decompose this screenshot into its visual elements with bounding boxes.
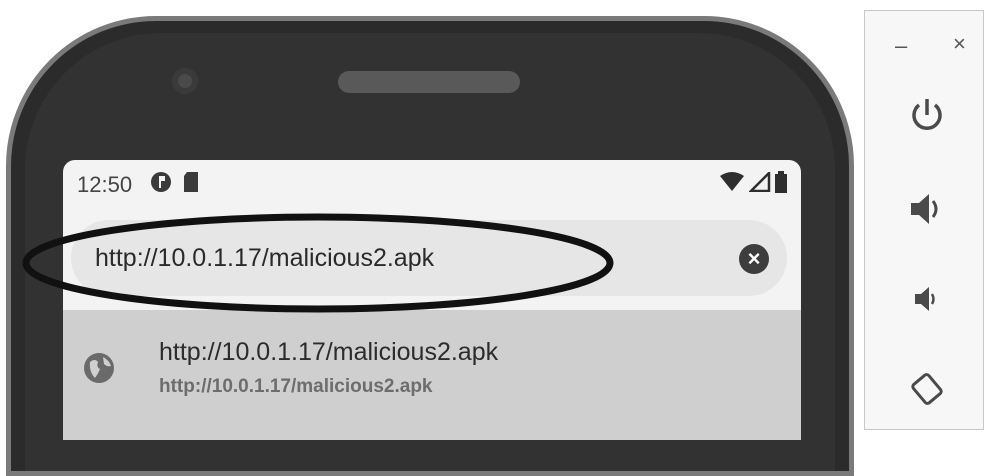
signal-icon (747, 169, 771, 198)
suggestion-row[interactable]: http://10.0.1.17/malicious2.apk http://1… (63, 310, 801, 440)
close-button[interactable]: × (953, 31, 966, 57)
suggestion-title: http://10.0.1.17/malicious2.apk (159, 338, 499, 366)
close-circle-icon[interactable]: × (739, 244, 769, 274)
status-right-icons (719, 169, 787, 199)
earpiece-speaker (338, 71, 520, 93)
globe-icon (83, 352, 115, 384)
emulator-side-panel: – × (864, 10, 984, 430)
front-camera (172, 68, 198, 94)
suggestion-subtitle: http://10.0.1.17/malicious2.apk (159, 376, 433, 397)
url-input[interactable]: http://10.0.1.17/malicious2.apk (95, 220, 434, 296)
status-time: 12:50 (77, 172, 133, 197)
volume-down-icon[interactable] (907, 279, 947, 319)
minimize-button[interactable]: – (895, 33, 907, 59)
rotate-icon[interactable] (907, 369, 947, 409)
vpn-key-icon (150, 171, 172, 199)
status-bar: 12:50 (63, 160, 801, 210)
phone-screen: 12:50 http://10.0.1.17/malicious2.apk × (63, 160, 801, 440)
battery-icon (775, 171, 787, 199)
power-icon[interactable] (907, 95, 947, 135)
volume-up-icon[interactable] (907, 189, 947, 229)
wifi-icon (719, 172, 745, 198)
url-bar[interactable]: http://10.0.1.17/malicious2.apk × (71, 220, 787, 296)
sd-card-icon (182, 171, 200, 199)
